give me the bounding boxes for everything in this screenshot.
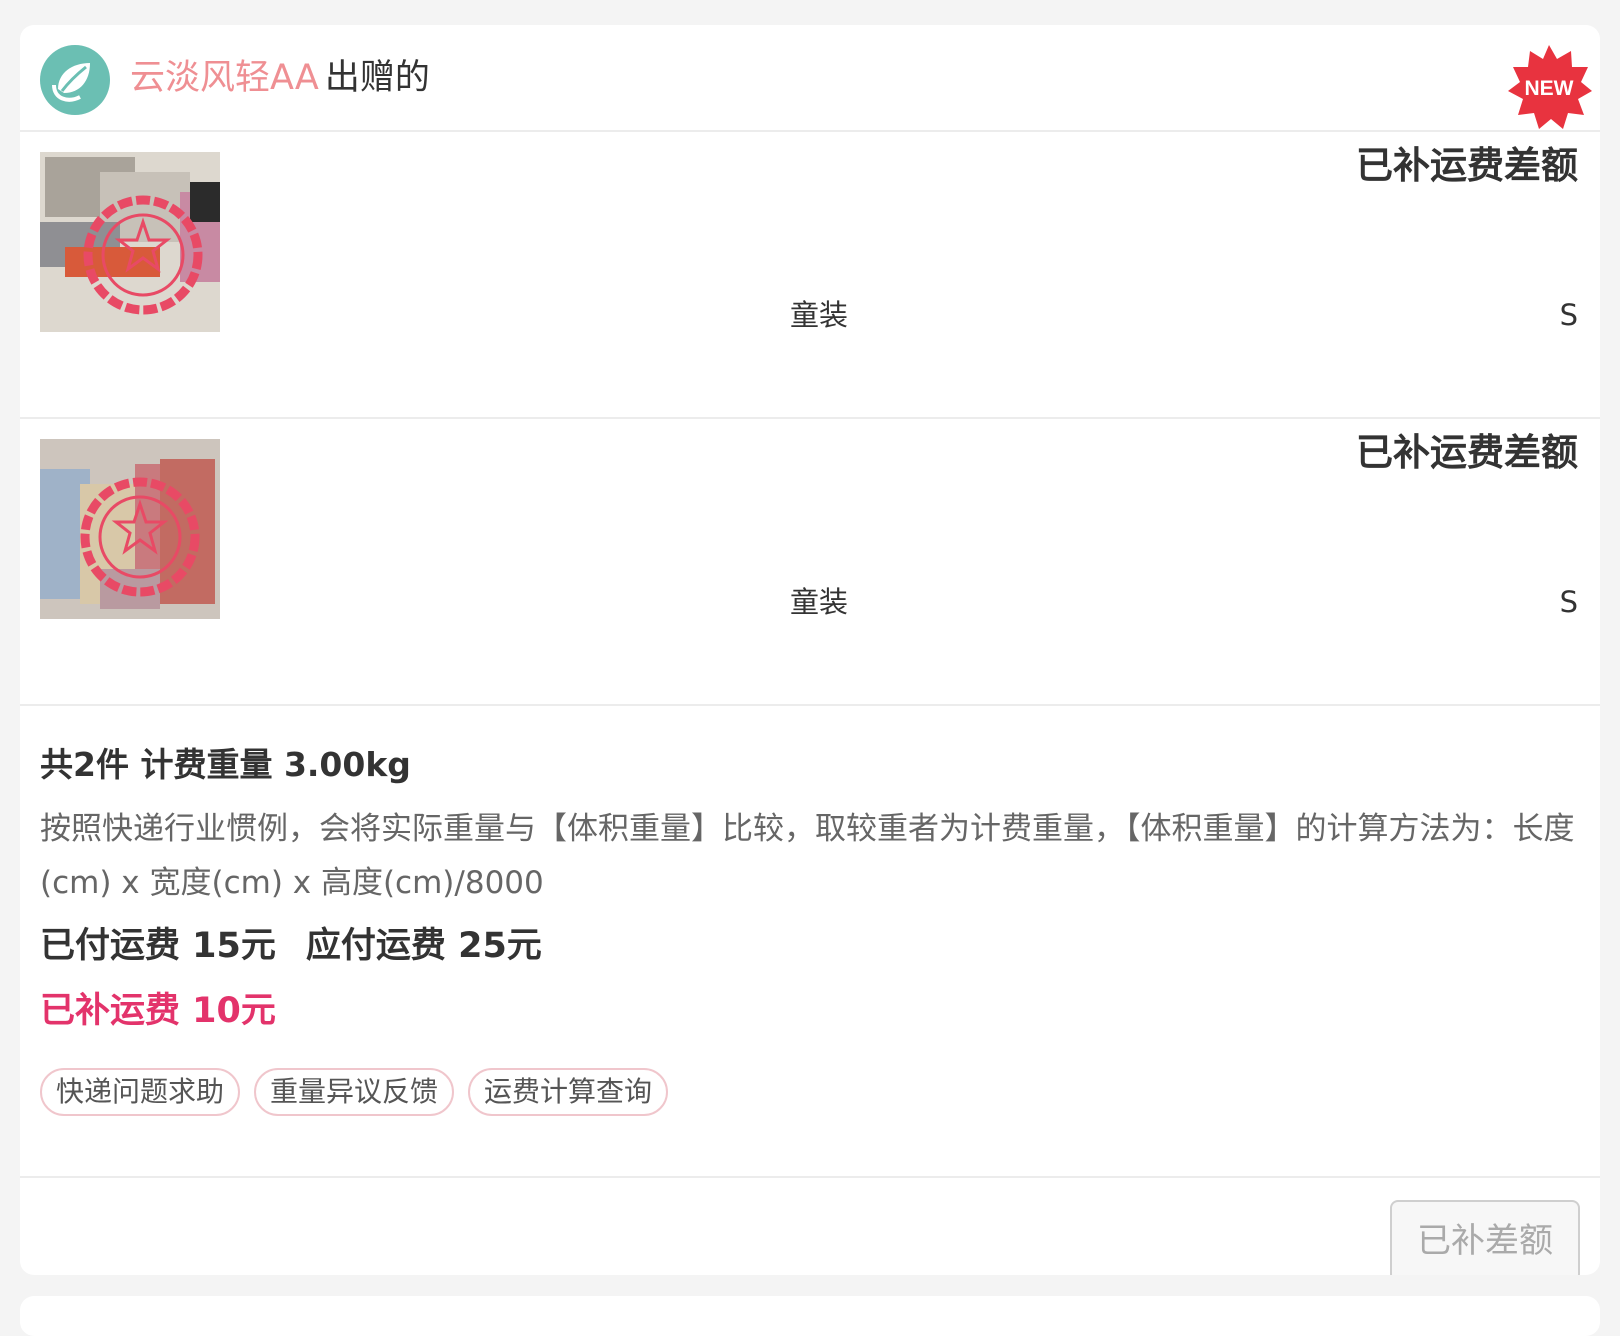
extra-fee: 已补运费 10元: [40, 991, 276, 1031]
card-header: 云淡风轻AA 出赠的 NEW: [20, 25, 1600, 132]
item-photo[interactable]: [40, 439, 220, 619]
shipping-summary: 共2件 计费重量 3.00kg 按照快递行业惯例，会将实际重量与【体积重量】比较…: [20, 706, 1600, 1178]
fee-line: 已付运费 15元 应付运费 25元: [40, 924, 542, 968]
new-badge-icon: NEW: [1508, 45, 1592, 129]
next-card: [20, 1296, 1600, 1336]
weight-summary: 共2件 计费重量 3.00kg: [40, 745, 411, 784]
item-status: 已补运费差额: [1356, 431, 1578, 474]
donation-item[interactable]: 已补运费差额 童装 S: [20, 419, 1600, 706]
donation-card: 云淡风轻AA 出赠的 NEW 已补运费差额 童装 S 已补运费差额 童装 S 共…: [20, 25, 1600, 1275]
donor-name[interactable]: 云淡风轻AA: [130, 58, 319, 98]
paid-difference-button[interactable]: 已补差额: [1390, 1200, 1580, 1275]
card-footer: 已补差额: [20, 1178, 1600, 1275]
tag-express-help[interactable]: 快递问题求助: [40, 1068, 241, 1116]
donor-suffix: 出赠的: [324, 58, 430, 98]
item-status: 已补运费差额: [1356, 144, 1578, 187]
item-size: S: [1559, 585, 1578, 619]
item-category: 童装: [790, 585, 849, 619]
due-fee: 应付运费 25元: [305, 926, 542, 966]
help-tags: 快递问题求助 重量异议反馈 运费计算查询: [40, 1068, 669, 1116]
donation-item[interactable]: 已补运费差额 童装 S: [20, 132, 1600, 419]
new-badge-text: NEW: [1525, 77, 1574, 100]
item-photo[interactable]: [40, 152, 220, 332]
item-size: S: [1559, 298, 1578, 332]
tag-fee-query[interactable]: 运费计算查询: [468, 1068, 669, 1116]
paid-fee: 已付运费 15元: [40, 926, 276, 966]
weight-note: 按照快递行业惯例，会将实际重量与【体积重量】比较，取较重者为计费重量，【体积重量…: [40, 811, 1575, 901]
donor-line: 云淡风轻AA 出赠的: [130, 57, 430, 99]
donor-avatar[interactable]: [40, 45, 110, 115]
tag-weight-dispute[interactable]: 重量异议反馈: [254, 1068, 455, 1116]
item-category: 童装: [790, 298, 849, 332]
